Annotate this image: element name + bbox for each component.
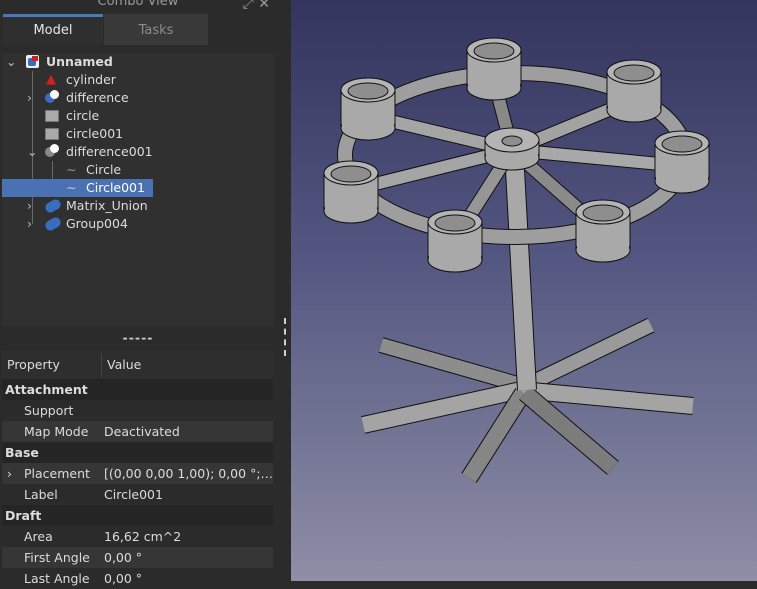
candle-cup [606, 59, 662, 123]
tab-model[interactable]: Model [3, 14, 103, 45]
tree-item-circle001[interactable]: circle001 [2, 125, 274, 143]
panel-splitter-handle[interactable]: ----- [0, 330, 276, 345]
model-render [323, 37, 710, 483]
property-header: Property Value [2, 351, 273, 379]
float-icon[interactable]: ⤢ [243, 0, 254, 12]
property-row-last-angle[interactable]: Last Angle 0,00 ° [2, 568, 273, 589]
model-tree: ⌄ Unnamed ▲ cylinder › difference circle… [2, 53, 274, 326]
candle-cup [575, 199, 631, 263]
property-row-placement[interactable]: ›Placement[(0,00 0,00 1,00); 0,00 °; (0,… [2, 463, 273, 484]
group-attachment[interactable]: Attachment [2, 379, 273, 400]
tree-item-difference[interactable]: › difference [2, 89, 274, 107]
3d-viewport[interactable] [291, 0, 757, 581]
wire-icon: ∼ [66, 162, 77, 177]
group-draft[interactable]: Draft [2, 505, 273, 526]
tree-item-group004[interactable]: › Group004 [2, 215, 274, 233]
chevron-down-icon[interactable]: ⌄ [27, 143, 37, 161]
union-icon [43, 197, 63, 215]
group-base[interactable]: Base [2, 442, 273, 463]
property-row-area[interactable]: Area 16,62 cm^2 [2, 526, 273, 547]
combo-view-panel: Combo View ⤢ ✕ Model Tasks ⌄ Unnamed ▲ c… [0, 0, 276, 586]
property-row-label[interactable]: Label Circle001 [2, 484, 273, 505]
difference-icon [45, 144, 59, 157]
property-row-support[interactable]: Support [2, 400, 273, 421]
candle-cup [654, 130, 710, 194]
union-icon [43, 215, 63, 233]
chevron-right-icon[interactable]: › [27, 197, 32, 215]
candle-cup [323, 160, 379, 224]
property-row-map-mode[interactable]: Map Mode Deactivated [2, 421, 273, 442]
tree-item-unnamed[interactable]: ⌄ Unnamed [2, 53, 274, 71]
chevron-right-icon[interactable]: › [27, 215, 32, 233]
candle-cup [484, 127, 540, 171]
tree-item-difference001[interactable]: ⌄ difference001 [2, 143, 274, 161]
chevron-right-icon[interactable]: › [7, 463, 12, 484]
dock-splitter[interactable] [284, 318, 287, 356]
tab-tasks[interactable]: Tasks [104, 14, 208, 45]
candle-cup [466, 37, 522, 101]
tree-item-circle[interactable]: circle [2, 107, 274, 125]
wire-icon: ∼ [66, 180, 77, 195]
document-icon [26, 55, 39, 68]
tree-item-matrix-union[interactable]: › Matrix_Union [2, 197, 274, 215]
panel-title: Combo View [97, 0, 179, 9]
close-icon[interactable]: ✕ [258, 0, 270, 12]
candle-cup [340, 77, 396, 141]
tree-item-circle-wire[interactable]: ∼ Circle [2, 161, 274, 179]
chevron-down-icon[interactable]: ⌄ [6, 53, 16, 71]
difference-icon [45, 90, 59, 103]
box-icon [45, 128, 59, 140]
box-icon [45, 110, 59, 122]
chevron-right-icon[interactable]: › [27, 89, 32, 107]
candle-cup [427, 209, 483, 273]
tree-item-cylinder[interactable]: ▲ cylinder [2, 71, 274, 89]
property-row-first-angle[interactable]: First Angle 0,00 ° [2, 547, 273, 568]
property-editor: Property Value Attachment Support Map Mo… [2, 351, 273, 586]
cylinder-icon: ▲ [46, 72, 56, 87]
tree-item-circle001-wire[interactable]: ∼ Circle001 [2, 179, 153, 197]
